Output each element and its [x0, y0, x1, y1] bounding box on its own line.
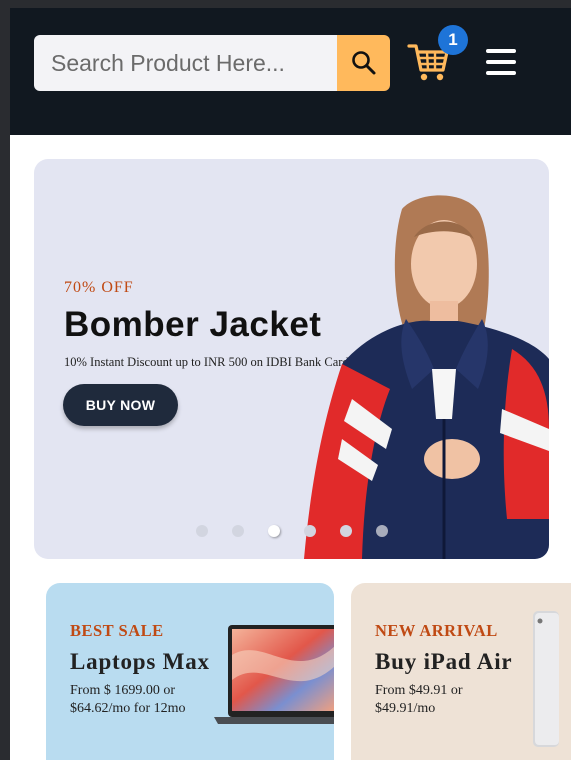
menu-line [486, 60, 516, 64]
menu-line [486, 71, 516, 75]
search-icon [351, 51, 375, 75]
promo-card-ipad[interactable]: NEW ARRIVAL Buy iPad Air From $49.91 or … [351, 583, 571, 760]
cart-count-badge: 1 [438, 25, 468, 55]
window-frame-left [0, 0, 10, 760]
carousel-dot[interactable] [196, 525, 208, 537]
carousel-dot[interactable] [232, 525, 244, 537]
promo-price: From $ 1699.00 or $64.62/mo for 12mo [70, 683, 186, 716]
banner-title: Bomber Jacket [64, 305, 322, 344]
carousel-indicators [196, 525, 388, 537]
site-header: 1 [10, 8, 571, 135]
promo-title: Laptops Max [70, 649, 210, 674]
hamburger-menu-icon[interactable] [486, 49, 516, 75]
main-content: 70% OFF Bomber Jacket 10% Instant Discou… [10, 135, 571, 760]
search-bar [34, 35, 337, 91]
promo-tag: BEST SALE [70, 621, 164, 640]
banner-discount-tag: 70% OFF [64, 279, 134, 296]
carousel-dot[interactable] [340, 525, 352, 537]
laptop-image [214, 625, 334, 724]
buy-now-button[interactable]: BUY NOW [63, 384, 178, 426]
search-input[interactable] [51, 49, 321, 77]
search-button[interactable] [337, 35, 390, 91]
carousel-dot[interactable] [376, 525, 388, 537]
promo-title: Buy iPad Air [375, 649, 513, 674]
ipad-image [533, 611, 559, 747]
window-frame-top [0, 0, 571, 8]
menu-line [486, 49, 516, 53]
promo-card-laptops[interactable]: BEST SALE Laptops Max From $ 1699.00 or … [46, 583, 334, 760]
hero-banner: 70% OFF Bomber Jacket 10% Instant Discou… [34, 159, 549, 559]
carousel-dot-active[interactable] [268, 525, 280, 537]
promo-price: From $49.91 or $49.91/mo [375, 683, 463, 716]
promo-tag: NEW ARRIVAL [375, 621, 498, 640]
model-jacket-image [304, 195, 549, 559]
carousel-dot[interactable] [304, 525, 316, 537]
